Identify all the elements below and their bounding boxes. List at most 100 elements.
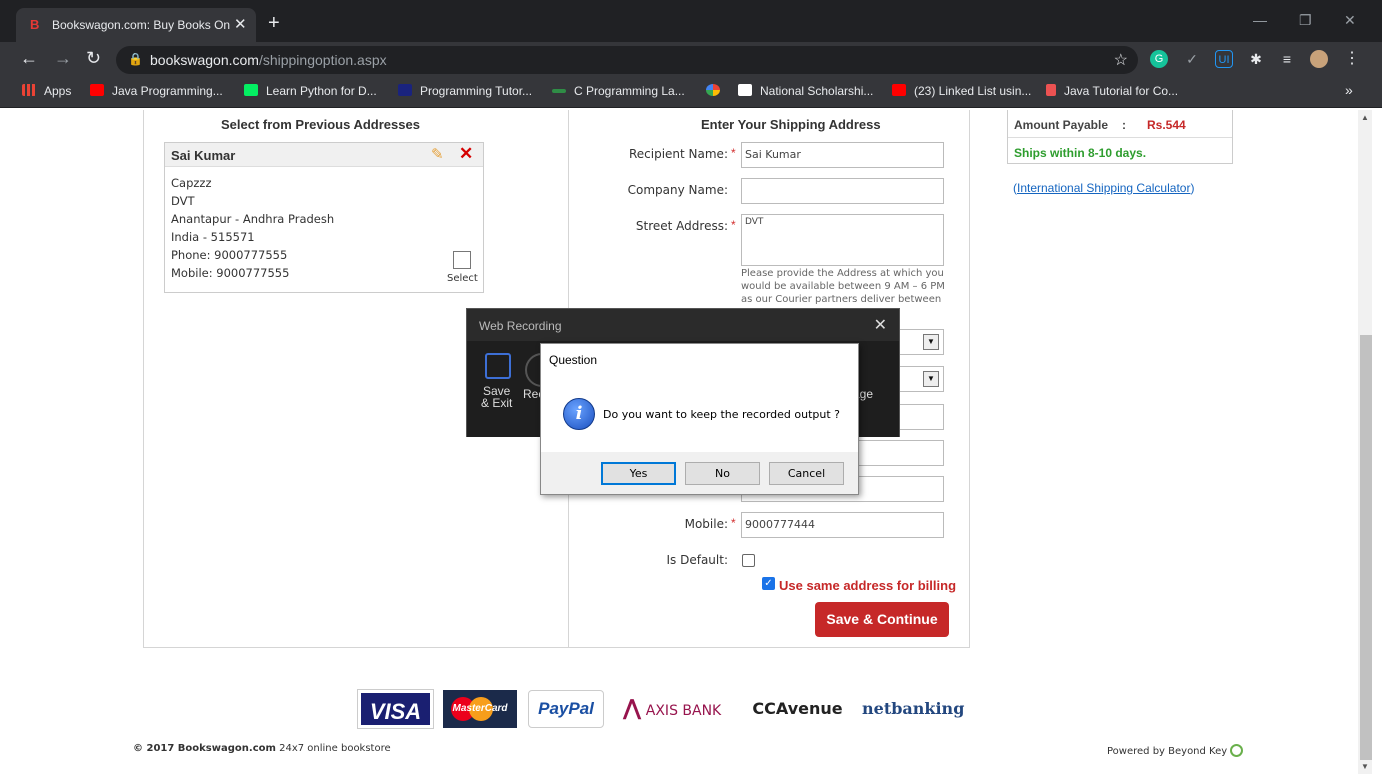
address-line: DVT [171, 194, 195, 208]
ccavenue-logo: CCAvenue [752, 699, 843, 718]
bookmark-c-programming[interactable]: C Programming La... [552, 84, 685, 98]
geeks-icon [552, 89, 566, 93]
scholarship-icon [738, 84, 752, 96]
delete-x-icon[interactable]: ✕ [459, 144, 473, 164]
bookmark-linked-list[interactable]: (23) Linked List usin... [892, 84, 1031, 98]
restore-icon[interactable]: ❐ [1299, 12, 1312, 29]
street-label: Street Address: [635, 219, 728, 233]
shipping-form-title: Enter Your Shipping Address [701, 117, 881, 132]
chevron-down-icon: ▼ [923, 371, 939, 387]
url-bar[interactable]: 🔒 bookswagon.com/shippingoption.aspx ☆ [116, 46, 1138, 74]
scrollbar[interactable] [1358, 110, 1372, 774]
recipient-label: Recipient Name: [628, 147, 728, 161]
dialog-message: Do you want to keep the recorded output … [603, 408, 841, 421]
visa-logo: VISA [357, 689, 434, 729]
address-line: India - 515571 [171, 230, 255, 244]
question-dialog: Question i Do you want to keep the recor… [540, 343, 859, 495]
menu-kebab-icon[interactable]: ⋮ [1343, 50, 1361, 68]
reload-icon[interactable]: ↻ [86, 48, 101, 69]
bookmark-programming-tutor[interactable]: Programming Tutor... [398, 84, 532, 98]
scrollbar-thumb[interactable] [1360, 335, 1372, 760]
scroll-down-icon[interactable]: ▼ [1361, 762, 1369, 771]
required-asterisk: * [731, 218, 736, 232]
intl-shipping-calculator-link[interactable]: International Shipping Calculator [1017, 181, 1190, 195]
ui-extension-icon[interactable]: UI [1215, 50, 1233, 68]
bookmark-apps[interactable]: Apps [22, 84, 71, 98]
ships-within: Ships within 8-10 days. [1014, 146, 1147, 160]
bookmark-learn-python[interactable]: Learn Python for D... [244, 84, 377, 98]
minimize-icon[interactable]: — [1253, 12, 1267, 28]
beyond-key-logo-icon [1230, 744, 1244, 757]
yes-button[interactable]: Yes [601, 462, 676, 485]
mastercard-logo: MasterCard [443, 690, 517, 728]
is-default-checkbox[interactable] [742, 554, 755, 567]
browser-tab[interactable]: B Bookswagon.com: Buy Books On ✕ [16, 8, 256, 42]
profile-avatar[interactable] [1310, 50, 1328, 68]
pinwheel-icon [706, 84, 720, 96]
grammarly-icon[interactable]: G [1150, 50, 1168, 68]
powered-by: Powered by Beyond Key [1107, 744, 1244, 757]
scroll-up-icon[interactable]: ▲ [1361, 113, 1369, 122]
bookmark-national-scholarship[interactable]: National Scholarshi... [738, 84, 873, 98]
required-asterisk: * [731, 146, 736, 160]
bookmark-pinwheel[interactable] [706, 84, 728, 98]
url-path: /shippingoption.aspx [258, 52, 387, 68]
new-tab-icon[interactable]: + [268, 12, 280, 35]
save-continue-button[interactable]: Save & Continue [815, 602, 949, 637]
recording-window-title: Web Recording [479, 319, 562, 333]
bookmark-java-programming[interactable]: Java Programming... [90, 84, 223, 98]
address-line: Phone: 9000777555 [171, 248, 288, 262]
back-icon[interactable]: ← [20, 48, 38, 69]
axis-bank-logo: ⋀ AXIS BANK [622, 696, 722, 721]
close-tab-icon[interactable]: ✕ [234, 15, 247, 33]
more-bookmarks-icon[interactable]: » [1345, 82, 1353, 98]
recipient-name-input[interactable]: Sai Kumar [741, 142, 944, 168]
company-label: Company Name: [627, 183, 728, 197]
billing-checkbox[interactable]: ✓ [762, 577, 775, 590]
bookmark-java-tutorial[interactable]: Java Tutorial for Co... [1046, 84, 1178, 98]
close-icon[interactable]: ✕ [874, 315, 887, 335]
youtube-icon [90, 84, 104, 96]
mobile-label: Mobile: [684, 517, 728, 531]
address-name: Sai Kumar [171, 148, 236, 163]
bookswagon-favicon-icon: B [30, 17, 40, 32]
info-icon: i [563, 398, 595, 430]
forward-icon[interactable]: → [54, 48, 72, 69]
edit-pencil-icon[interactable]: ✎ [431, 145, 444, 163]
paypal-logo: PayPal [528, 690, 604, 728]
amount-separator: : [1122, 118, 1126, 132]
required-asterisk: * [731, 516, 736, 530]
street-address-textarea[interactable]: DVT [741, 214, 944, 266]
bookmarks-bar: Apps Java Programming... Learn Python fo… [0, 78, 1382, 108]
dialog-header: Question [541, 344, 858, 380]
dialog-title: Question [549, 353, 598, 367]
order-summary-box: Amount Payable : Rs.544 Ships within 8-1… [1007, 110, 1233, 164]
lock-icon: 🔒 [128, 52, 143, 66]
address-card: Sai Kumar ✎ ✕ Capzzz DVT Anantapur - And… [164, 142, 484, 293]
apps-grid-icon [22, 84, 36, 96]
datacamp-icon [244, 84, 258, 96]
cancel-button[interactable]: Cancel [769, 462, 844, 485]
prev-addresses-title: Select from Previous Addresses [221, 117, 420, 132]
dialog-body: i Do you want to keep the recorded outpu… [541, 380, 858, 452]
select-label: Select [447, 273, 478, 284]
select-address-checkbox[interactable] [453, 251, 471, 269]
close-window-icon[interactable]: ✕ [1344, 12, 1356, 29]
tutorial-icon [398, 84, 412, 96]
shipping-calculator: (International Shipping Calculator) [1013, 181, 1195, 195]
copyright: © 2017 Bookswagon.com 24x7 online bookst… [133, 743, 391, 754]
media-queue-icon[interactable]: ≡ [1278, 50, 1296, 68]
bookmark-star-icon[interactable]: ☆ [1114, 50, 1128, 70]
udemy-icon [1046, 84, 1056, 96]
check-extension-icon[interactable]: ✓ [1183, 50, 1201, 68]
amount-payable-label: Amount Payable [1014, 118, 1109, 132]
chevron-down-icon: ▼ [923, 334, 939, 350]
save-exit-button[interactable]: Save & Exit [481, 385, 512, 409]
netbanking-logo: netbanking [862, 699, 965, 718]
no-button[interactable]: No [685, 462, 760, 485]
company-name-input[interactable] [741, 178, 944, 204]
mobile-input[interactable]: 9000777444 [741, 512, 944, 538]
extensions-puzzle-icon[interactable]: ✱ [1247, 50, 1265, 68]
url-domain: bookswagon.com [150, 52, 259, 68]
address-line: Anantapur - Andhra Pradesh [171, 212, 335, 226]
